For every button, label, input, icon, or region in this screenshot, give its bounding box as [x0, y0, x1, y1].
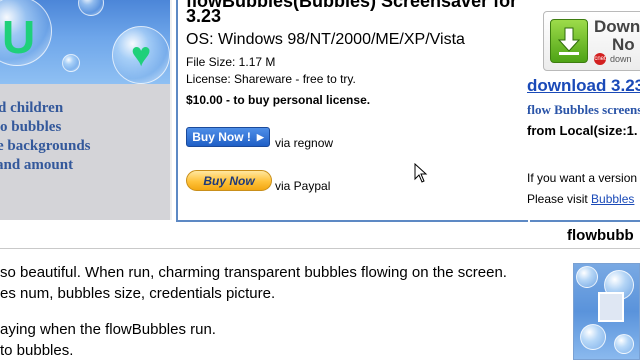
promo-line: e backgrounds: [0, 138, 91, 154]
bubble-graphic: [576, 266, 598, 288]
credential-photo: [598, 292, 624, 322]
os-requirements: OS: Windows 98/NT/2000/ME/XP/Vista: [186, 31, 465, 48]
buy-now-paypal-button[interactable]: Buy Now: [186, 170, 272, 191]
promo-line: d children: [0, 100, 64, 116]
cnet-badge-title: Down No: [594, 18, 640, 54]
cnet-title-line: No: [612, 35, 635, 54]
cnet-logo: cnet: [594, 53, 606, 65]
promo-panel: U ♥ d children o bubbles e backgrounds a…: [0, 0, 172, 220]
download-subtitle: flow Bubbles screens: [527, 102, 640, 117]
description-line: to bubbles.: [0, 342, 74, 359]
promo-bubbles-image: U ♥: [0, 0, 170, 84]
license-info: License: Shareware - free to try.: [186, 72, 356, 86]
version-prompt: If you want a version: [527, 171, 638, 185]
visit-link[interactable]: Bubbles: [591, 192, 634, 206]
buy-now-regnow-button[interactable]: Buy Now ! ▶: [186, 127, 270, 147]
download-panel: Down No cnet down download 3.23 flow Bub…: [527, 0, 640, 222]
promo-line: o bubbles: [0, 119, 62, 135]
download-link[interactable]: download 3.23: [527, 76, 640, 96]
bubble-graphic: [78, 0, 104, 16]
bubble-graphic: [62, 54, 80, 72]
product-title: flowBubbles(Bubbles) Screensaver for: [186, 0, 518, 11]
file-size: File Size: 1.17 M: [186, 55, 276, 69]
product-info-panel: flowBubbles(Bubbles) Screensaver for 3.2…: [176, 0, 528, 222]
bubble-graphic: [580, 324, 606, 350]
bubble-graphic: [614, 334, 634, 354]
bubble-letter-u: U: [2, 11, 36, 63]
product-version: 3.23: [186, 6, 222, 26]
cnet-title-line: Down: [594, 17, 640, 36]
bubble-heart: ♥: [131, 36, 152, 74]
download-arrow-icon: [550, 19, 588, 63]
screenshot-thumbnail[interactable]: [573, 263, 640, 360]
via-regnow-label: via regnow: [275, 136, 334, 150]
description-line: es num, bubbles size, credentials pictur…: [0, 285, 276, 302]
section-divider: [0, 248, 640, 249]
visit-prefix: Please visit: [527, 192, 592, 206]
cnet-small-text: down: [610, 54, 632, 64]
price-info: $10.00 - to buy personal license.: [186, 93, 371, 107]
download-local-size: from Local(size:1.: [527, 123, 638, 138]
arrow-right-icon: ▶: [256, 131, 264, 142]
via-paypal-label: via Paypal: [275, 179, 331, 193]
description-line: so beautiful. When run, charming transpa…: [0, 264, 507, 281]
section-title: flowbubb: [567, 227, 634, 244]
visit-line: Please visit Bubbles: [527, 192, 634, 206]
buy-now-label: Buy Now: [203, 173, 255, 188]
mouse-pointer-icon: [414, 163, 428, 183]
cnet-download-badge[interactable]: Down No cnet down: [543, 11, 640, 71]
description-line: aying when the flowBubbles run.: [0, 321, 216, 338]
promo-line: and amount: [0, 157, 74, 173]
buy-now-label: Buy Now !: [192, 130, 251, 144]
promo-feature-list: d children o bubbles e backgrounds and a…: [0, 99, 91, 175]
